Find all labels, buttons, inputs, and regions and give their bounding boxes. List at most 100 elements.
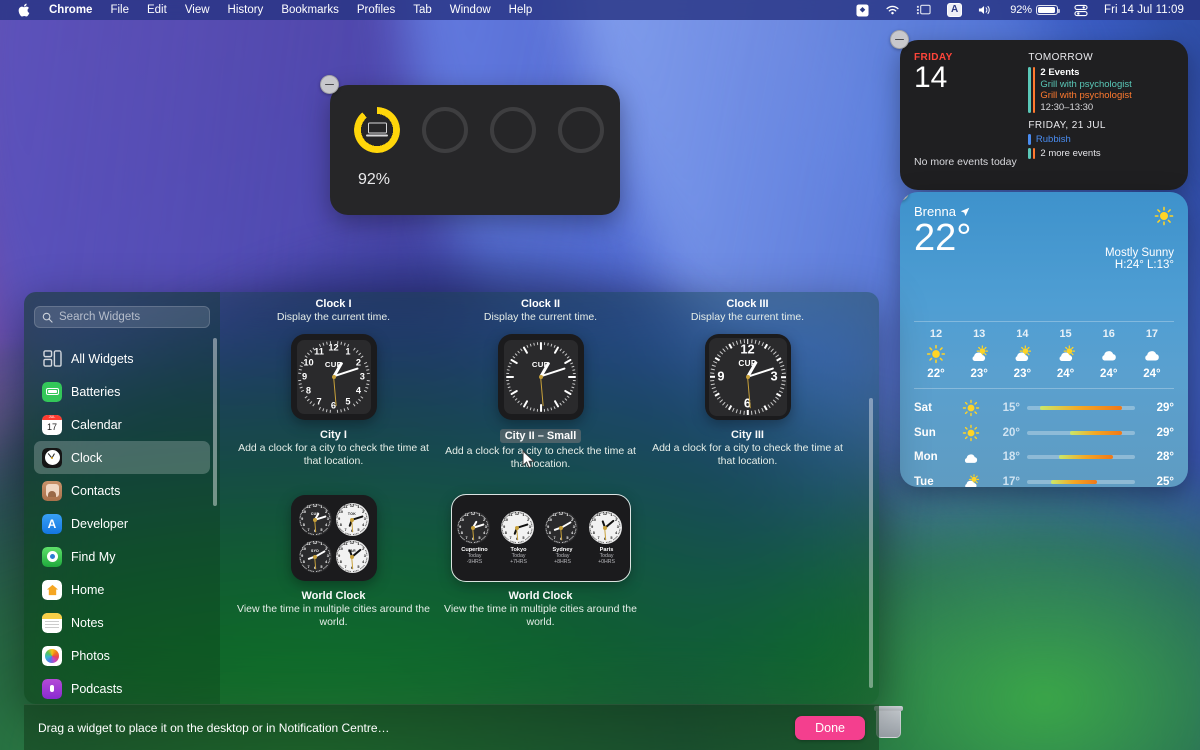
menu-item-file[interactable]: File (101, 0, 138, 20)
calendar-event-title: Grill with psychologist (1040, 78, 1132, 90)
weather-day-name: Sat (914, 402, 932, 415)
weather-hour-label: 12 (929, 328, 943, 340)
analog-clock-face: 123456789101112 (588, 511, 622, 544)
weather-day-row: Mon 18° 28° (914, 445, 1174, 470)
clock-city-label: CUP (531, 359, 550, 369)
menu-item-tab[interactable]: Tab (404, 0, 441, 20)
clock-widget-preview[interactable]: CUP (497, 334, 584, 420)
widget-title: Clock III (726, 298, 769, 310)
content-scrollbar[interactable] (869, 398, 873, 688)
calendar-event-colour-bars (1028, 148, 1036, 159)
done-button[interactable]: Done (795, 715, 865, 740)
contacts-icon (42, 480, 62, 501)
sidebar-item-notes[interactable]: Notes (34, 606, 210, 639)
dropbox-icon[interactable] (848, 3, 877, 17)
menu-item-profiles[interactable]: Profiles (348, 0, 404, 20)
battery-widget[interactable]: 92% (320, 75, 620, 215)
sidebar-item-contacts[interactable]: Contacts (34, 474, 210, 507)
cloud-icon (1145, 351, 1159, 361)
calendar-today-column: FRIDAY 14 No more events today (914, 52, 1028, 178)
battery-status[interactable]: 92% (1002, 0, 1066, 20)
sidebar-item-home[interactable]: Home (34, 573, 210, 606)
weather-hour-icon (959, 343, 999, 365)
menu-bar-items: Chrome File Edit View History Bookmarks … (8, 0, 541, 20)
menu-item-history[interactable]: History (219, 0, 273, 20)
weather-hour-icon (1089, 343, 1129, 365)
weather-hour-icon (916, 343, 956, 365)
calendar-widget[interactable]: FRIDAY 14 No more events today TOMORROW … (890, 30, 1188, 190)
wifi-icon[interactable] (877, 4, 908, 16)
sidebar-item-all-widgets[interactable]: All Widgets (34, 342, 210, 375)
calendar-day-number: 14 (914, 61, 948, 94)
menu-item-edit[interactable]: Edit (138, 0, 176, 20)
battery-percent-label: 92% (1010, 4, 1032, 16)
weather-day-name: Tue (914, 475, 934, 487)
widget-preview-cell[interactable]: 123456789101112 Cupertino Today -9HRS 12… (437, 485, 644, 629)
weather-day-icon (956, 448, 986, 466)
sidebar-item-calendar[interactable]: JUL 17 Calendar (34, 408, 210, 441)
remove-widget-button[interactable] (320, 75, 339, 94)
weather-hour-temp: 23° (970, 368, 988, 380)
menu-item-bookmarks[interactable]: Bookmarks (272, 0, 348, 20)
menu-item-help[interactable]: Help (500, 0, 542, 20)
weather-hour-temp: 24° (1143, 368, 1161, 380)
world-clock-small-preview[interactable]: 123456789101112CUP123456789101112TOK1234… (290, 495, 377, 581)
sun-cloud-icon (1015, 345, 1032, 362)
widget-description: Display the current time. (483, 311, 598, 323)
world-clock-city: 123456789101112 Sydney Today +8HRS (544, 511, 581, 565)
calendar-tomorrow-group[interactable]: 2 Events Grill with psychologist Grill w… (1028, 67, 1174, 113)
sidebar-item-clock[interactable]: Clock (34, 441, 210, 474)
search-widgets-field[interactable]: Search Widgets (34, 306, 210, 328)
clock-city-label: TOK (347, 511, 357, 516)
weather-widget[interactable]: Brenna 22° Mostly Sunny H:24° L:13° 12 2… (900, 192, 1188, 487)
control-centre-icon[interactable] (1066, 4, 1096, 17)
menu-item-view[interactable]: View (176, 0, 219, 20)
weather-temp-range-bar (1027, 479, 1135, 484)
screen-mirroring-icon[interactable] (908, 4, 939, 16)
input-source-indicator[interactable]: A (939, 3, 970, 17)
apple-logo-icon[interactable] (8, 3, 40, 17)
calendar-more-events-row[interactable]: 2 more events (1028, 148, 1174, 159)
world-clock-city-offset: +7HRS (510, 559, 527, 565)
weather-hour-icon (1046, 343, 1086, 365)
widget-title: World Clock (301, 590, 366, 602)
widget-preview-cell[interactable]: 12 3 6 9 CUP City III Add a clock for a city… (644, 324, 851, 471)
widget-preview-cell[interactable]: 1 2 3 4 5 6 7 8 9 10 11 12 CUP City I Add a clock fo… (230, 324, 437, 471)
sidebar-item-label: Photos (71, 648, 110, 663)
remove-widget-button[interactable] (900, 192, 909, 201)
arrow-cursor-icon (522, 450, 535, 469)
clock-widget-preview[interactable]: 12 3 6 9 CUP (704, 334, 791, 420)
widget-description: Add a clock for a city to check the time… (238, 442, 429, 467)
world-clock-medium-preview[interactable]: 123456789101112 Cupertino Today -9HRS 12… (450, 494, 631, 582)
widget-gallery-content: Clock I Display the current time. Clock … (220, 292, 879, 704)
clock-centre-pin (331, 375, 336, 379)
widget-preview-cell[interactable]: CUP City II – Small Add a clock for a ci… (437, 324, 644, 471)
widget-description: Display the current time. (690, 311, 805, 323)
location-arrow-icon (960, 207, 970, 216)
clock-centre-pin (515, 525, 519, 530)
sidebar-item-batteries[interactable]: Batteries (34, 375, 210, 408)
sidebar-item-label: All Widgets (71, 351, 134, 366)
menu-item-chrome[interactable]: Chrome (40, 0, 101, 20)
notes-icon (42, 612, 62, 633)
remove-widget-button[interactable] (890, 30, 909, 49)
weather-daily-forecast: Sat 15° 29° Sun 20° 29° Mon 18° 28° Tue … (914, 396, 1174, 487)
sun-cloud-icon (972, 345, 989, 362)
sidebar-scrollbar[interactable] (213, 338, 217, 506)
sidebar-item-podcasts[interactable]: Podcasts (34, 672, 210, 704)
widget-description: View the time in multiple cities around … (237, 603, 430, 628)
widget-gallery-sidebar: Search Widgets All Widgets Batteries JUL… (24, 292, 220, 704)
weather-divider (914, 388, 1174, 389)
menu-item-window[interactable]: Window (441, 0, 500, 20)
sidebar-item-developer[interactable]: A Developer (34, 507, 210, 540)
calendar-next-day-event[interactable]: Rubbish (1028, 134, 1174, 145)
battery-ring-empty (422, 107, 468, 153)
clock-widget-preview[interactable]: 1 2 3 4 5 6 7 8 9 10 11 12 CUP (290, 334, 377, 420)
sidebar-item-photos[interactable]: Photos (34, 639, 210, 672)
volume-icon[interactable] (970, 4, 1002, 16)
widget-preview-cell[interactable]: 123456789101112CUP123456789101112TOK1234… (230, 485, 437, 629)
search-placeholder: Search Widgets (59, 311, 141, 323)
sidebar-item-find-my[interactable]: Find My (34, 540, 210, 573)
menu-bar-clock[interactable]: Fri 14 Jul 11:09 (1096, 4, 1188, 16)
weather-hour-temp: 22° (927, 368, 945, 380)
